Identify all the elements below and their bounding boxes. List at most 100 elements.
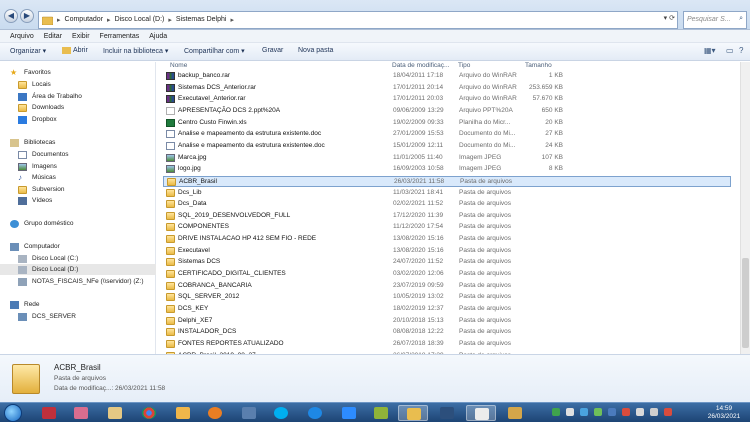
network-icon[interactable]: [636, 408, 644, 416]
tray-icon[interactable]: [608, 408, 616, 416]
taskbar-skype[interactable]: [266, 405, 296, 421]
sidebar-item-desktop[interactable]: Área de Trabalho: [18, 91, 82, 102]
file-row[interactable]: backup_banco.rar 18/04/2011 17:18 Arquivo …: [163, 71, 731, 82]
scrollbar-thumb[interactable]: [742, 258, 749, 348]
taskbar-app-13[interactable]: [432, 405, 462, 421]
address-bar[interactable]: ▸ Computador ▸ Disco Local (D:) ▸ Sistem…: [38, 11, 678, 29]
taskbar-app-5[interactable]: [168, 405, 198, 421]
sidebar-item-subversion[interactable]: Subversion: [18, 184, 65, 195]
download-icon: [18, 103, 27, 112]
taskbar-app-6[interactable]: [200, 405, 230, 421]
sidebar-item-musicas[interactable]: ♪ Músicas: [18, 172, 56, 183]
back-button[interactable]: ◀: [4, 9, 18, 23]
file-row[interactable]: Dcs_Lib 11/03/2021 18:41 Pasta de arquivos: [163, 188, 731, 199]
include-library-button[interactable]: Incluir na biblioteca ▾: [103, 47, 168, 55]
refresh-icon[interactable]: ▾ ⟳: [664, 14, 675, 22]
sidebar-item-dropbox[interactable]: Dropbox: [18, 114, 57, 125]
file-row[interactable]: COMPONENTES 11/12/2020 17:54 Pasta de arqu…: [163, 222, 731, 233]
start-button[interactable]: [4, 404, 22, 422]
sidebar-item-videos[interactable]: Vídeos: [18, 195, 52, 206]
file-row[interactable]: Centro Custo Finwin.xls 19/02/2009 09:33 P…: [163, 118, 731, 129]
chrome-icon: [142, 407, 156, 419]
tray-icon[interactable]: [566, 408, 574, 416]
file-row[interactable]: COBRANCA_BANCARIA 23/07/2019 09:59 Pasta d…: [163, 281, 731, 292]
file-row[interactable]: Analise e mapeamento da estrutura existe…: [163, 129, 731, 140]
menu-ajuda[interactable]: Ajuda: [149, 30, 167, 42]
file-row[interactable]: Marca.jpg 11/01/2005 11:40 Imagem JPEG 107 …: [163, 153, 731, 164]
file-row[interactable]: Executavel 13/08/2020 15:16 Pasta de arqui…: [163, 246, 731, 257]
file-name: APRESENTAÇÃO DCS 2.ppt%20A: [178, 106, 281, 114]
sidebar-item-favoritos[interactable]: ★ Favoritos: [10, 67, 51, 78]
taskbar-app-2[interactable]: [66, 405, 96, 421]
menu-editar[interactable]: Editar: [44, 30, 62, 42]
volume-icon[interactable]: [650, 408, 658, 416]
tray-icon[interactable]: [622, 408, 630, 416]
taskbar-explorer[interactable]: [398, 405, 428, 421]
clock[interactable]: 14:59 26/03/2021: [704, 405, 744, 421]
taskbar-app-1[interactable]: [34, 405, 64, 421]
menu-exibir[interactable]: Exibir: [72, 30, 90, 42]
tray-icon[interactable]: [594, 408, 602, 416]
file-row[interactable]: logo.jpg 16/09/2003 10:58 Imagem JPEG 8 KB: [163, 164, 731, 175]
sidebar-item-grupo-domestico[interactable]: Grupo doméstico: [10, 218, 74, 229]
forward-button[interactable]: ▶: [20, 9, 34, 23]
file-row[interactable]: APRESENTAÇÃO DCS 2.ppt%20A 09/06/2009 13:…: [163, 106, 731, 117]
tray-icon[interactable]: [664, 408, 672, 416]
sidebar-item-downloads[interactable]: Downloads: [18, 102, 64, 113]
file-row[interactable]: CERTIFICADO_DIGITAL_CLIENTES 03/02/2020 1…: [163, 269, 731, 280]
menu-arquivo[interactable]: Arquivo: [10, 30, 34, 42]
file-row[interactable]: FONTES REPORTES ATUALIZADO 26/07/2018 18:…: [163, 339, 731, 350]
sidebar-item-locais[interactable]: Locais: [18, 79, 51, 90]
file-row[interactable]: Sistemas DCS 24/07/2020 11:52 Pasta de arq…: [163, 257, 731, 268]
file-row[interactable]: Executavel_Anterior.rar 17/01/2011 20:03 A…: [163, 94, 731, 105]
tray-icon[interactable]: [552, 408, 560, 416]
share-button[interactable]: Compartilhar com ▾: [184, 47, 245, 55]
taskbar-app-11[interactable]: [366, 405, 396, 421]
sidebar-item-notas-fiscais[interactable]: NOTAS_FISCAIS_NFe (\\servidor) (Z:): [18, 276, 143, 287]
open-button[interactable]: Abrir: [73, 47, 88, 54]
file-type: Planilha do Micr...: [459, 118, 511, 126]
help-icon[interactable]: ?: [739, 46, 743, 55]
file-row[interactable]: ACBR_Brasil 26/03/2021 11:58 Pasta de arqu…: [163, 175, 731, 187]
sidebar-item-computador[interactable]: Computador: [10, 241, 60, 252]
taskbar-app-15[interactable]: [500, 405, 530, 421]
new-folder-button[interactable]: Nova pasta: [298, 47, 333, 54]
breadcrumb-item[interactable]: Disco Local (D:): [115, 16, 165, 24]
vertical-scrollbar[interactable]: [740, 62, 750, 354]
taskbar-chrome[interactable]: [134, 405, 164, 421]
file-row[interactable]: DCS_KEY 18/02/2019 12:37 Pasta de arquivos: [163, 304, 731, 315]
organize-button[interactable]: Organizar ▾: [10, 47, 46, 55]
taskbar-ie[interactable]: [300, 405, 330, 421]
taskbar-app-3[interactable]: [100, 405, 130, 421]
file-row[interactable]: Sistemas DCS_Anterior.rar 17/01/2011 20:1…: [163, 83, 731, 94]
sidebar-item-documentos[interactable]: Documentos: [18, 149, 69, 160]
sidebar-item-imagens[interactable]: Imagens: [18, 161, 57, 172]
file-row[interactable]: Analise e mapeamento da estrutura existe…: [163, 141, 731, 152]
sidebar-item-bibliotecas[interactable]: Bibliotecas: [10, 137, 55, 148]
breadcrumb-item[interactable]: Sistemas Delphi: [176, 16, 227, 24]
sidebar-item-disco-d[interactable]: Disco Local (D:): [0, 264, 156, 275]
file-type: Pasta de arquivos: [459, 200, 512, 208]
breadcrumb-item[interactable]: Computador: [65, 16, 104, 24]
menu-ferramentas[interactable]: Ferramentas: [100, 30, 140, 42]
file-name: COMPONENTES: [178, 223, 229, 231]
file-row[interactable]: INSTALADOR_DCS 08/08/2018 12:22 Pasta de a…: [163, 327, 731, 338]
file-row[interactable]: Dcs_Data 02/02/2021 11:52 Pasta de arquivo…: [163, 199, 731, 210]
app-icon: [176, 407, 190, 419]
file-date: 17/01/2011 20:14: [393, 83, 444, 91]
file-row[interactable]: Delphi_XE7 20/10/2018 15:13 Pasta de arqui…: [163, 316, 731, 327]
burn-button[interactable]: Gravar: [262, 47, 283, 54]
file-row[interactable]: DRIVE INSTALACAO HP 412 SEM FIO - REDE 13…: [163, 234, 731, 245]
sidebar-item-rede[interactable]: Rede: [10, 299, 40, 310]
sidebar-item-dcs-server[interactable]: DCS_SERVER: [18, 311, 76, 322]
tray-icon[interactable]: [580, 408, 588, 416]
file-row[interactable]: SQL_SERVER_2012 10/05/2019 13:02 Pasta de …: [163, 292, 731, 303]
search-input[interactable]: Pesquisar S... ⌕: [683, 11, 747, 29]
taskbar-app-14[interactable]: [466, 405, 496, 421]
taskbar-app-7[interactable]: [234, 405, 264, 421]
taskbar-zoom[interactable]: [334, 405, 364, 421]
sidebar-item-disco-c[interactable]: Disco Local (C:): [18, 253, 78, 264]
file-row[interactable]: SQL_2019_DESENVOLVEDOR_FULL 17/12/2020 11…: [163, 211, 731, 222]
view-options-icon[interactable]: ▦▾: [704, 46, 716, 55]
preview-pane-icon[interactable]: ▭: [726, 46, 734, 55]
